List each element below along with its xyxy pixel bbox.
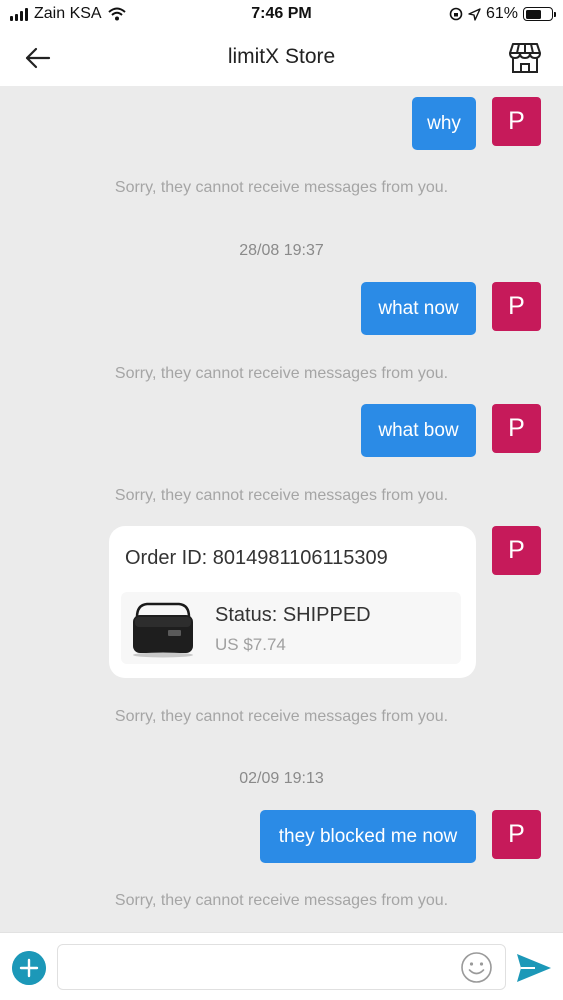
plus-circle-icon[interactable]	[12, 951, 46, 985]
timestamp: 02/09 19:13	[239, 770, 324, 787]
message-bubble[interactable]: they blocked me now	[260, 810, 476, 863]
product-thumbnail	[133, 602, 193, 658]
avatar[interactable]: P	[492, 810, 541, 859]
avatar[interactable]: P	[492, 526, 541, 575]
order-price: US $7.74	[215, 635, 286, 654]
message-bubble[interactable]: why	[412, 97, 476, 150]
battery-icon	[523, 7, 556, 21]
status-bar: Zain KSA 7:46 PM 61%	[0, 0, 563, 30]
send-icon[interactable]	[515, 951, 553, 985]
page-title: limitX Store	[227, 45, 336, 68]
avatar[interactable]: P	[492, 97, 541, 146]
location-arrow-icon	[468, 7, 481, 21]
timestamp: 28/08 19:37	[239, 242, 324, 259]
blocked-notice: Sorry, they cannot receive messages from…	[114, 892, 449, 909]
blocked-notice: Sorry, they cannot receive messages from…	[114, 708, 449, 725]
status-right: 61%	[449, 5, 556, 23]
message-bubble[interactable]: what bow	[361, 404, 476, 457]
chat-header: limitX Store	[0, 30, 563, 86]
blocked-notice: Sorry, they cannot receive messages from…	[114, 179, 449, 196]
smiley-icon[interactable]	[460, 951, 493, 984]
orientation-lock-icon	[449, 7, 463, 21]
battery-level	[525, 9, 541, 19]
order-id: Order ID: 8014981106115309	[125, 547, 388, 569]
storefront-icon[interactable]	[507, 40, 543, 76]
battery-percent: 61%	[485, 5, 518, 22]
order-status: Status: SHIPPED	[215, 604, 371, 626]
order-item[interactable]: Status: SHIPPED US $7.74	[121, 592, 461, 664]
message-input[interactable]	[72, 951, 452, 985]
blocked-notice: Sorry, they cannot receive messages from…	[114, 365, 449, 382]
chat-messages[interactable]: why P Sorry, they cannot receive message…	[0, 86, 563, 932]
blocked-notice: Sorry, they cannot receive messages from…	[114, 487, 449, 504]
message-field[interactable]	[57, 944, 506, 990]
message-bubble[interactable]: what now	[361, 282, 476, 335]
avatar[interactable]: P	[492, 404, 541, 453]
avatar[interactable]: P	[492, 282, 541, 331]
order-card[interactable]: Order ID: 8014981106115309 Status: SHIPP…	[109, 526, 476, 678]
composer-bar	[0, 932, 563, 1000]
